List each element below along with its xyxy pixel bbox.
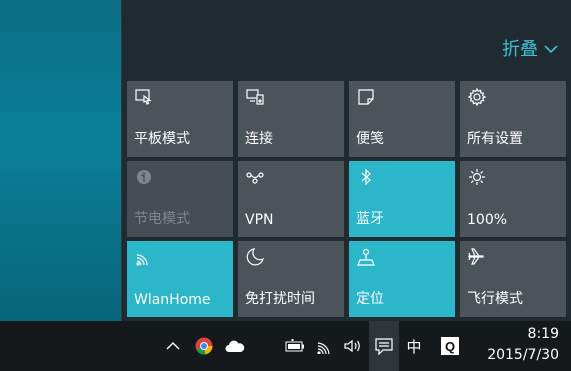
volume-tray-button[interactable] [341,321,365,371]
chrome-tray-button[interactable] [192,321,216,371]
tile-label: 节电模式 [134,211,190,227]
tile-label: 便笺 [356,131,384,147]
brightness-icon [467,167,487,187]
quick-actions-grid: 平板模式 连接 便笺 所有设置 节电模式 VPN 蓝牙 100% WlanHom… [127,81,566,317]
note-icon [356,87,376,107]
tile-vpn[interactable]: VPN [238,161,344,237]
airplane-icon [467,247,487,267]
clock-time: 8:19 [527,326,559,342]
connect-icon [245,87,265,107]
tile-label: 平板模式 [134,131,190,147]
ime-label: 中 [406,337,422,356]
tile-label: 定位 [356,291,384,307]
moon-icon [245,247,265,267]
battery-saver-icon [134,167,154,187]
action-center-panel: 折叠 平板模式 连接 便笺 所有设置 节电模式 VPN 蓝牙 100% Wlan… [121,0,571,321]
show-hidden-icons-button[interactable] [162,321,184,371]
chrome-icon [195,337,213,355]
tile-label: 免打扰时间 [245,291,315,307]
q-app-icon: Q [441,337,459,355]
tile-battery-saver[interactable]: 节电模式 [127,161,233,237]
taskbar: 中 Q 8:19 2015/7/30 [0,321,571,371]
location-icon [356,247,376,267]
tile-tablet-mode[interactable]: 平板模式 [127,81,233,157]
cloud-icon [225,339,245,353]
settings-gear-icon [467,87,487,107]
onedrive-tray-button[interactable] [223,321,247,371]
speaker-icon [343,338,363,354]
network-tray-button[interactable] [313,321,337,371]
chevron-down-icon [544,38,558,59]
clock-button[interactable]: 8:19 2015/7/30 [467,321,559,371]
collapse-button[interactable]: 折叠 [502,35,558,61]
tile-label: 连接 [245,131,273,147]
tile-label: VPN [245,212,274,228]
tile-all-settings[interactable]: 所有设置 [460,81,566,157]
collapse-label: 折叠 [502,39,538,60]
tile-bluetooth[interactable]: 蓝牙 [349,161,455,237]
desktop-wallpaper [0,0,121,321]
tile-label: 蓝牙 [356,211,384,227]
clock-date: 2015/7/30 [487,347,559,363]
tile-label: 所有设置 [467,131,523,147]
tablet-mode-icon [134,87,154,107]
tile-label: 飞行模式 [467,291,523,307]
tile-airplane-mode[interactable]: 飞行模式 [460,241,566,317]
chevron-up-icon [166,341,180,351]
tile-label: 100% [467,212,508,228]
vpn-icon [245,167,265,187]
bluetooth-icon [356,167,376,187]
tile-wifi[interactable]: WlanHome [127,241,233,317]
tile-label: WlanHome [134,292,211,308]
tile-note[interactable]: 便笺 [349,81,455,157]
notification-icon [374,337,394,355]
tile-location[interactable]: 定位 [349,241,455,317]
q-app-tray-button[interactable]: Q [438,321,462,371]
tile-brightness[interactable]: 100% [460,161,566,237]
battery-tray-button[interactable] [283,321,307,371]
ime-mode-button[interactable]: 中 [403,321,425,371]
tile-connect[interactable]: 连接 [238,81,344,157]
action-center-button[interactable] [369,321,399,371]
wifi-icon [316,338,334,354]
wifi-icon [134,247,154,267]
tile-quiet-hours[interactable]: 免打扰时间 [238,241,344,317]
battery-charging-icon [285,339,305,353]
